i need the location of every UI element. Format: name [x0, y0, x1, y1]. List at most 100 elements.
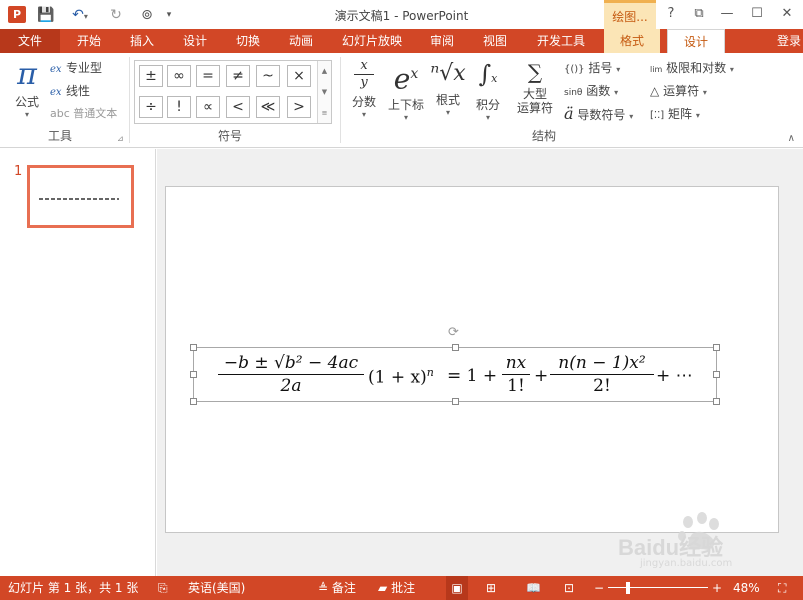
symbol-infinity[interactable]: ∞: [167, 65, 191, 87]
normal-text-button[interactable]: abc 普通文本: [50, 104, 117, 124]
symbol-tilde[interactable]: ~: [256, 65, 280, 87]
title-bar: P 💾 ↶▾ ↻ ⊚ ▾ 演示文稿1 - PowerPoint 绘图... ? …: [0, 0, 803, 29]
close-icon[interactable]: ✕: [776, 4, 798, 24]
chevron-down-icon: ▾: [445, 108, 450, 117]
zoom-level[interactable]: 48%: [733, 576, 760, 600]
zoom-out-button[interactable]: −: [594, 576, 604, 600]
tools-group-label: 工具: [47, 129, 72, 143]
powerpoint-app-icon[interactable]: P: [8, 6, 26, 23]
symbol-much-less-than[interactable]: ≪: [256, 96, 280, 118]
operator-button[interactable]: △ 运算符 ▾: [650, 81, 707, 101]
fraction-denominator: 1!: [507, 376, 525, 396]
tab-home[interactable]: 开始: [64, 29, 114, 53]
notes-button[interactable]: ≜ 备注: [318, 576, 356, 600]
collapse-ribbon-icon[interactable]: ∧: [788, 133, 795, 144]
gallery-more-icon[interactable]: ≡: [317, 103, 331, 123]
dialog-launcher-icon[interactable]: ⊿: [117, 134, 124, 143]
equation-rhs-start: = 1 +: [447, 366, 498, 386]
tab-animations[interactable]: 动画: [276, 29, 326, 53]
tab-slideshow[interactable]: 幻灯片放映: [330, 29, 414, 53]
slide[interactable]: ⟳ −b ± √b² − 4ac 2a (1 + x)n = 1 + nx 1!…: [165, 186, 779, 533]
symbol-proportional[interactable]: ∝: [196, 96, 220, 118]
help-icon[interactable]: ?: [660, 4, 682, 24]
zoom-slider-track[interactable]: [608, 587, 708, 588]
quadratic-fraction: −b ± √b² − 4ac 2a: [218, 353, 364, 396]
symbol-divide[interactable]: ÷: [139, 96, 163, 118]
group-divider: [129, 57, 130, 143]
chevron-down-icon: ▾: [403, 113, 408, 123]
spell-check-icon[interactable]: ⎘: [158, 576, 168, 600]
ribbon-display-options-icon[interactable]: ⧉: [688, 4, 710, 24]
customize-qat-icon[interactable]: ▾: [162, 5, 176, 25]
large-operator-button[interactable]: ∑ 大型 运算符: [510, 57, 560, 125]
script-button[interactable]: ex 上下标 ▾: [384, 57, 428, 125]
rotate-handle-icon[interactable]: ⟳: [448, 325, 459, 340]
tab-equation-design[interactable]: 设计: [667, 29, 725, 54]
gallery-scroll-up-icon[interactable]: ▲: [317, 61, 331, 82]
bracket-button[interactable]: {()} 括号 ▾: [564, 58, 620, 78]
language-indicator[interactable]: 英语(美国): [188, 576, 245, 600]
tab-review[interactable]: 审阅: [418, 29, 466, 53]
chevron-down-icon: ▾: [24, 110, 29, 119]
fraction-bar: [550, 374, 654, 375]
limit-log-button[interactable]: lim 极限和对数 ▾: [650, 58, 734, 78]
fraction-button[interactable]: xy 分数 ▾: [346, 57, 382, 125]
equation-button[interactable]: π 公式 ▾: [8, 57, 46, 125]
equation-box[interactable]: ⟳ −b ± √b² − 4ac 2a (1 + x)n = 1 + nx 1!…: [190, 325, 720, 405]
fraction-numerator: −b ± √b² − 4ac: [223, 353, 359, 373]
slide-sorter-icon[interactable]: ⊞: [486, 576, 496, 600]
tab-design[interactable]: 设计: [170, 29, 220, 53]
bracket-icon: {()}: [564, 64, 585, 75]
slide-thumbnail[interactable]: [27, 165, 134, 228]
linear-button[interactable]: ex 线性: [50, 81, 90, 101]
linear-format-icon: ex: [50, 87, 62, 98]
redo-icon[interactable]: ↻: [106, 5, 126, 25]
slideshow-view-icon[interactable]: ⊡: [564, 576, 574, 600]
start-slideshow-icon[interactable]: ⊚: [136, 5, 158, 25]
save-icon[interactable]: 💾: [36, 5, 56, 25]
reading-view-icon[interactable]: 📖: [526, 576, 541, 600]
symbol-equals[interactable]: =: [196, 65, 220, 87]
drawing-tools-context-title: 绘图...: [604, 0, 656, 29]
tab-transitions[interactable]: 切换: [224, 29, 272, 53]
login-link[interactable]: 登录: [777, 29, 801, 53]
tab-file[interactable]: 文件: [0, 29, 60, 53]
equation-label: 公式: [14, 95, 39, 109]
plus-sign: +: [534, 366, 549, 386]
comments-button[interactable]: ▰ 批注: [378, 576, 415, 600]
professional-format-icon: ex: [50, 64, 62, 75]
operator-icon: △: [650, 84, 660, 98]
maximize-icon[interactable]: ☐: [746, 4, 768, 24]
normal-view-icon[interactable]: ▣: [446, 576, 468, 600]
function-button[interactable]: sinθ 函数 ▾: [564, 81, 618, 101]
symbols-group-label: 符号: [217, 129, 242, 143]
tab-view[interactable]: 视图: [470, 29, 520, 53]
symbol-plus-minus[interactable]: ±: [139, 65, 163, 87]
zoom-slider-thumb[interactable]: [626, 582, 630, 594]
ribbon: π 公式 ▾ ex 专业型 ex 线性 abc 普通文本 工具 ⊿ ± ∞ = ≠ …: [0, 53, 803, 148]
gallery-scroll-down-icon[interactable]: ▼: [317, 82, 331, 103]
equation[interactable]: −b ± √b² − 4ac 2a (1 + x)n = 1 + nx 1! +…: [194, 348, 718, 403]
symbol-times[interactable]: ×: [287, 65, 311, 87]
symbol-less-than[interactable]: <: [226, 96, 250, 118]
summation-icon: ∑: [527, 60, 543, 84]
minimize-icon[interactable]: —: [716, 4, 738, 24]
tab-developer[interactable]: 开发工具: [524, 29, 598, 53]
undo-icon[interactable]: ↶▾: [66, 5, 94, 25]
binomial-base: (1 + x)n: [368, 366, 434, 388]
zoom-in-button[interactable]: +: [712, 576, 722, 600]
tab-insert[interactable]: 插入: [118, 29, 166, 53]
fraction-numerator: n(n − 1)x²: [558, 353, 646, 373]
professional-button[interactable]: ex 专业型: [50, 58, 102, 78]
fit-to-window-icon[interactable]: ⛶: [778, 576, 786, 600]
pi-icon: π: [17, 57, 37, 92]
tab-format[interactable]: 格式: [604, 29, 660, 53]
symbol-greater-than[interactable]: >: [287, 96, 311, 118]
symbol-not-equal[interactable]: ≠: [226, 65, 250, 87]
radical-button[interactable]: ⁿ√x 根式 ▾: [430, 57, 466, 125]
sine-function-icon: sinθ: [564, 88, 583, 98]
symbol-factorial[interactable]: !: [167, 96, 191, 118]
matrix-button[interactable]: [⁚⁚] 矩阵 ▾: [650, 104, 700, 124]
integral-button[interactable]: ∫x 积分 ▾: [470, 57, 506, 125]
accent-button[interactable]: ä 导数符号 ▾: [564, 104, 633, 124]
